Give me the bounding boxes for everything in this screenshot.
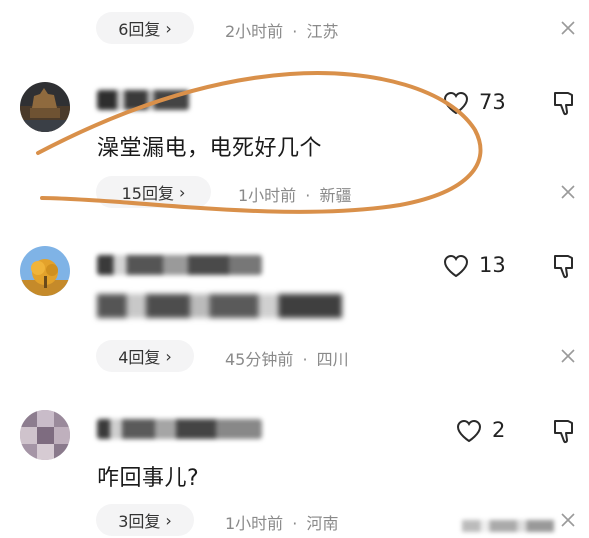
heart-outline-icon[interactable] — [443, 254, 469, 278]
timestamp: 45分钟前 — [225, 350, 294, 369]
comment-meta: 1小时前 · 河南 — [225, 510, 338, 534]
reply-count-label: 3回复 — [118, 512, 161, 531]
meta-separator: · — [302, 350, 308, 369]
thumbs-down-outline-icon[interactable] — [553, 254, 575, 280]
like-count: 13 — [479, 253, 506, 277]
avatar[interactable] — [20, 410, 70, 460]
close-icon[interactable] — [561, 513, 575, 527]
reply-count-label: 4回复 — [118, 348, 161, 367]
comment-text-blurred — [97, 294, 342, 318]
comment-text: 咋回事儿? — [97, 466, 200, 491]
location: 四川 — [316, 350, 349, 369]
username-blurred[interactable] — [97, 255, 262, 275]
avatar[interactable] — [20, 246, 70, 296]
watermark-blurred — [462, 520, 554, 532]
like-count: 2 — [492, 418, 506, 442]
close-icon[interactable] — [561, 349, 575, 363]
chevron-right-icon: › — [165, 346, 172, 366]
avatar-image — [20, 410, 70, 460]
reply-count-button[interactable]: 4回复 › — [96, 340, 194, 372]
thumbs-down-outline-icon[interactable] — [553, 419, 575, 445]
heart-outline-icon[interactable] — [456, 419, 482, 443]
meta-separator: · — [292, 514, 298, 533]
username-blurred[interactable] — [97, 419, 262, 439]
comment-meta: 45分钟前 · 四川 — [225, 346, 349, 370]
chevron-right-icon: › — [165, 510, 172, 530]
avatar-image — [20, 246, 70, 296]
timestamp: 1小时前 — [225, 514, 284, 533]
reply-count-button[interactable]: 3回复 › — [96, 504, 194, 536]
location: 河南 — [306, 514, 339, 533]
